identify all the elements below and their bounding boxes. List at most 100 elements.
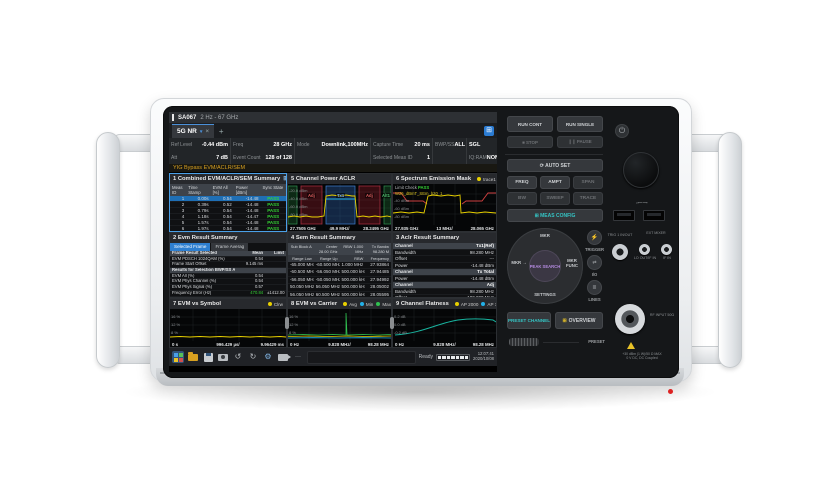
chevron-down-icon[interactable]: ▾ <box>200 129 203 135</box>
sem-x-axis: 27.935 GHz13 MHz/28.065 GHz <box>393 225 496 231</box>
table-cell: 5 <box>170 220 186 225</box>
lines-button[interactable]: ≣ <box>587 280 602 295</box>
trace-button[interactable]: TRACE <box>573 192 603 205</box>
table-cell: 98.280 MHz <box>440 250 496 256</box>
panel-sem-chart[interactable]: 6 Spectrum Emission Mask trace1 Limit Ch… <box>392 173 497 232</box>
table-cell: -60.500 MHz <box>288 269 314 275</box>
table-cell: -14.48 <box>234 196 261 201</box>
panel-channel-flatness[interactable]: 9 Channel Flatness AP 2000 AP 1000 0.2 d… <box>392 298 497 348</box>
sweep-button[interactable]: SWEEP <box>540 192 570 205</box>
undo-icon[interactable]: ↺ <box>232 351 244 363</box>
touchscreen[interactable]: SA067 2 Hz - 67 GHz 5G NR ▾ × + ⊞ Ref Le… <box>169 112 497 372</box>
rotary-knob[interactable] <box>623 152 659 188</box>
y-tick: -20.0 dBm <box>289 188 307 193</box>
panel-combined-summary[interactable]: 1 Combined EVM/ACLR/SEM Summary⊞ Meas ID… <box>169 173 287 232</box>
panel-evm-symbol[interactable]: 7 EVM vs Symbol Clrw 16 % 12 % 8 % 0 s99… <box>169 298 287 348</box>
ampt-button[interactable]: AMPT <box>540 176 570 189</box>
rf-input-label: RF INPUT 50Ω <box>649 314 675 318</box>
stop-button[interactable]: ■ STOP <box>507 136 553 148</box>
save-icon[interactable] <box>202 351 214 363</box>
evm-symbol-plot <box>170 309 286 341</box>
trace-dot <box>477 177 481 181</box>
table-row[interactable]: 50.050 MHz56.050 MHz500.000 kHz28.05002 <box>288 284 391 291</box>
mkr-func-button[interactable]: MKR FUNC <box>561 258 583 268</box>
overview-icon: ⊞ <box>562 318 566 324</box>
table-cell: -14.48 <box>234 226 261 231</box>
overview-button[interactable]: ⊞OVERVIEW <box>555 312 603 329</box>
mkr-button[interactable]: MKR <box>529 233 561 238</box>
peak-search-button[interactable]: PEAK SEARCH <box>529 250 561 282</box>
gear-icon[interactable]: ⚙ <box>262 351 274 363</box>
io-button[interactable]: ⇄ <box>587 255 602 270</box>
redo-icon[interactable]: ↻ <box>247 351 259 363</box>
meas-config-button[interactable]: ⊞ MEAS CONFIG <box>507 209 603 222</box>
close-icon[interactable]: × <box>205 128 209 135</box>
run-single-button[interactable]: RUN SINGLE <box>557 116 603 132</box>
preset-channel-button[interactable]: PRESET CHANNEL <box>507 312 551 329</box>
iqram-field[interactable]: IQ:RAMNONE <box>467 151 497 164</box>
run-cont-button[interactable]: RUN CONT <box>507 116 553 132</box>
capture-time-field[interactable]: Capture Time20 ms <box>371 138 432 151</box>
windows-icon[interactable] <box>172 351 184 363</box>
table-header: Sub Block ACenter 28.00 GHz RBW 1.000 MH… <box>288 243 391 255</box>
table-row[interactable]: -65.000 MHz-60.500 MHz1.000 MHz27.93864 <box>288 262 391 269</box>
freq-button[interactable]: FREQ <box>507 176 537 189</box>
tab-5gnr[interactable]: 5G NR ▾ × <box>172 124 214 138</box>
bwpss-field[interactable]: BWP/SSALL <box>433 138 466 151</box>
add-tab-button[interactable]: + <box>214 125 228 138</box>
evm-summary-tabs: Selected Frame Frame Averag <box>170 243 286 251</box>
tab-frame-average[interactable]: Frame Averag <box>211 243 248 251</box>
if-in-connector[interactable] <box>661 244 672 255</box>
table-cell: 500.000 kHz <box>340 277 366 283</box>
date-label: 2020/10/08 <box>473 357 494 362</box>
table-cell: 28.05002 <box>365 284 391 290</box>
panel-evm-carrier[interactable]: 8 EVM vs Carrier Avg Min Max 16 % <box>287 298 392 348</box>
table-cell <box>235 268 265 273</box>
status-toolbar: ↺ ↻ ⚙ ··· Ready 12:07:41 2020/10/08 <box>169 348 497 366</box>
table-cell: EVM Phys Channel (%) <box>170 279 235 284</box>
event-count-field[interactable]: Event Count128 of 128 <box>231 151 294 164</box>
usb-port-1[interactable] <box>613 210 635 221</box>
trig-connector[interactable] <box>612 244 628 260</box>
trigger-button[interactable]: ⚡ <box>587 230 602 245</box>
table-cell: 0.54 <box>211 220 234 225</box>
lo-out-connector[interactable] <box>639 244 650 255</box>
table-row[interactable]: -56.050 MHz-50.050 MHz500.000 kHz27.9499… <box>288 277 391 284</box>
video-icon[interactable] <box>277 351 289 363</box>
panel-aclr-chart[interactable]: 5 Channel Power ACLR <box>287 173 392 232</box>
auto-set-button[interactable]: ⟳ AUTO SET <box>507 159 603 172</box>
selected-meas-field[interactable]: Selected Meas ID1 <box>371 151 432 164</box>
freq-field[interactable]: Freq28 GHz <box>231 138 294 151</box>
splitter-handle[interactable] <box>285 317 289 329</box>
panel-evm-summary[interactable]: 2 Evm Result Summary Selected Frame Fram… <box>169 232 287 298</box>
camera-icon[interactable] <box>217 351 229 363</box>
table-row[interactable]: -60.500 MHz-56.050 MHz500.000 kHz27.9448… <box>288 269 391 276</box>
splitter-handle[interactable] <box>390 317 394 329</box>
pause-button[interactable]: ❙❙ PAUSE <box>557 136 603 148</box>
bw-button[interactable]: BW <box>507 192 537 205</box>
thumbwheel[interactable] <box>509 338 539 346</box>
rf-input-connector[interactable] <box>615 304 645 334</box>
panel-aclr-summary[interactable]: 3 Aclr Result Summary ChannelTx1(Ref)Ban… <box>392 232 497 298</box>
table-cell <box>265 257 286 262</box>
sgl-field[interactable]: SGL <box>467 138 497 151</box>
folder-icon[interactable] <box>187 351 199 363</box>
hardkey-panel: RUN CONT RUN SINGLE ■ STOP ❙❙ PAUSE ⟳ AU… <box>505 114 605 374</box>
panel-sem-summary[interactable]: 4 Sem Result Summary Sub Block ACenter 2… <box>287 232 392 298</box>
att-field[interactable]: Att7 dB <box>169 151 230 164</box>
mkr-to-button[interactable]: MKR → <box>508 260 530 265</box>
power-button[interactable]: ⏻ <box>615 124 629 138</box>
settings-button[interactable]: SETTINGS <box>527 292 563 297</box>
panel-title: 7 EVM vs Symbol Clrw <box>170 299 286 309</box>
status-field[interactable] <box>307 351 416 364</box>
span-button[interactable]: SPAN <box>573 176 603 189</box>
ref-level-field[interactable]: Ref Level-0.44 dBm <box>169 138 230 151</box>
more-icon[interactable]: ··· <box>292 351 304 363</box>
lo-out-label: LO OUT/IF IN <box>633 257 657 261</box>
table-cell: 98.280 MHz <box>440 289 496 295</box>
adj-label: Adj <box>365 193 374 198</box>
tab-selected-frame[interactable]: Selected Frame <box>170 243 210 251</box>
mode-field[interactable]: ModeDownlink,100MHz <box>295 138 370 151</box>
usb-port-2[interactable] <box>643 210 665 221</box>
smartgrid-button[interactable]: ⊞ <box>484 126 494 136</box>
